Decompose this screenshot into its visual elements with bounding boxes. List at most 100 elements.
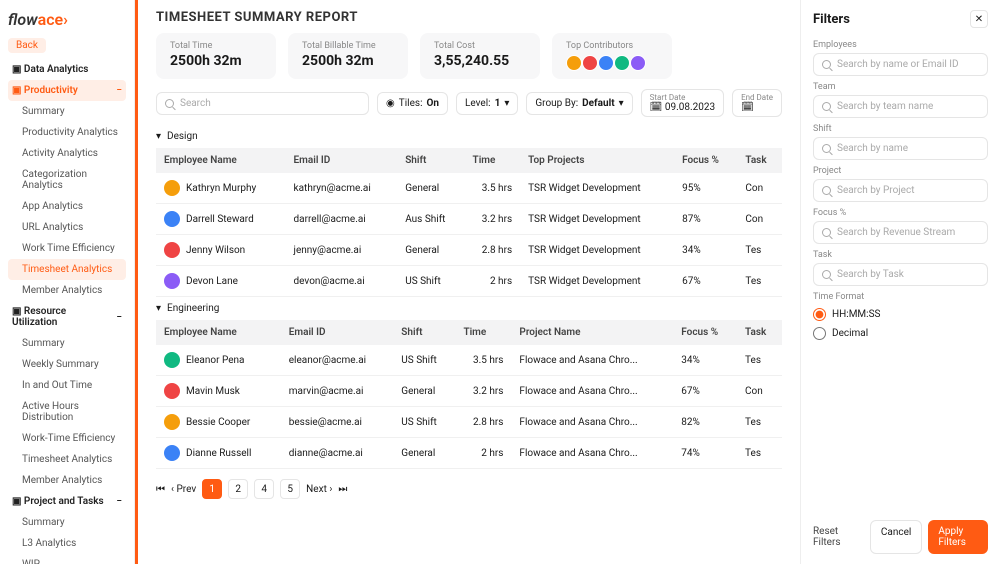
table-row[interactable]: Darrell Stewarddarrell@acme.aiAus Shift3… [156, 204, 782, 235]
time-format-option[interactable]: HH:MM:SS [813, 308, 988, 321]
sidebar-section[interactable]: ▣ Project and Tasks− [8, 491, 126, 512]
next-page[interactable]: Next › [306, 484, 332, 495]
filter-input[interactable]: Search by Task [813, 263, 988, 286]
sidebar-item[interactable]: Categorization Analytics [8, 164, 126, 196]
minus-icon: − [116, 312, 122, 323]
table-row[interactable]: Mavin Muskmarvin@acme.aiGeneral3.2 hrsFl… [156, 376, 782, 407]
filter-input[interactable]: Search by Revenue Stream [813, 221, 988, 244]
sidebar-item[interactable]: Weekly Summary [8, 354, 126, 375]
page-title: TIMESHEET SUMMARY REPORT [138, 0, 800, 33]
filter-label: Team [813, 82, 988, 92]
minus-icon: − [116, 496, 122, 507]
page-button[interactable]: 2 [228, 479, 248, 499]
first-page[interactable]: ⏮ [156, 484, 165, 495]
sidebar-item[interactable]: Timesheet Analytics [8, 449, 126, 470]
avatar [164, 180, 180, 196]
last-page[interactable]: ⏭ [338, 484, 347, 495]
avatar [566, 55, 582, 71]
column-header[interactable]: Task [737, 148, 782, 173]
avatar [164, 414, 180, 430]
main: TIMESHEET SUMMARY REPORT Total Time 2500… [135, 0, 800, 564]
search-icon [165, 99, 174, 108]
column-header[interactable]: Email ID [281, 320, 394, 345]
card-billable: Total Billable Time 2500h 32m [288, 33, 408, 79]
column-header[interactable]: Top Projects [520, 148, 674, 173]
search-icon [822, 102, 831, 111]
table-row[interactable]: Dianne Russelldianne@acme.aiGeneral2 hrs… [156, 438, 782, 469]
page-button[interactable]: 4 [254, 479, 274, 499]
time-format-label: Time Format [813, 292, 988, 302]
sidebar-item[interactable]: URL Analytics [8, 217, 126, 238]
search-input[interactable]: Search [156, 92, 369, 115]
tiles-toggle[interactable]: ◉ Tiles: On [377, 92, 448, 115]
sidebar-item[interactable]: Timesheet Analytics [8, 259, 126, 280]
column-header[interactable]: Task [737, 320, 782, 345]
sidebar-item[interactable]: Member Analytics [8, 280, 126, 301]
column-header[interactable]: Email ID [286, 148, 398, 173]
filter-input[interactable]: Search by name [813, 137, 988, 160]
level-select[interactable]: Level: 1 ▾ [456, 92, 518, 115]
logo: flowace› [8, 10, 126, 29]
column-header[interactable]: Employee Name [156, 148, 286, 173]
page-button[interactable]: 5 [280, 479, 300, 499]
back-button[interactable]: Back [8, 38, 46, 53]
filter-label: Task [813, 250, 988, 260]
sidebar-section[interactable]: ▣ Data Analytics [8, 59, 126, 80]
sidebar-item[interactable]: Member Analytics [8, 470, 126, 491]
group-header[interactable]: ▾ Design [156, 125, 782, 148]
sidebar-item[interactable]: Productivity Analytics [8, 122, 126, 143]
apply-filters-button[interactable]: Apply Filters [928, 520, 988, 554]
table-row[interactable]: Kathryn Murphykathryn@acme.aiGeneral3.5 … [156, 173, 782, 204]
reset-filters[interactable]: Reset Filters [813, 526, 862, 548]
toolbar: Search ◉ Tiles: On Level: 1 ▾ Group By: … [138, 89, 800, 125]
sidebar-item[interactable]: L3 Analytics [8, 533, 126, 554]
prev-page[interactable]: ‹ Prev [171, 484, 196, 495]
filter-input[interactable]: Search by team name [813, 95, 988, 118]
sidebar-item[interactable]: In and Out Time [8, 375, 126, 396]
group-header[interactable]: ▾ Engineering [156, 297, 782, 320]
sidebar-item[interactable]: Work Time Efficiency [8, 238, 126, 259]
pagination: ⏮ ‹ Prev 1245 Next › ⏭ [138, 469, 800, 509]
column-header[interactable]: Shift [397, 148, 464, 173]
filter-input[interactable]: Search by Project [813, 179, 988, 202]
sidebar-item[interactable]: Active Hours Distribution [8, 396, 126, 428]
table-row[interactable]: Eleanor Penaeleanor@acme.aiUS Shift3.5 h… [156, 345, 782, 376]
minus-icon: − [116, 85, 122, 96]
column-header[interactable]: Time [465, 148, 521, 173]
avatar [630, 55, 646, 71]
groupby-select[interactable]: Group By: Default ▾ [526, 92, 632, 115]
time-format-option[interactable]: Decimal [813, 327, 988, 340]
sidebar-item[interactable]: Work-Time Efficiency [8, 428, 126, 449]
page-button[interactable]: 1 [202, 479, 222, 499]
column-header[interactable]: Shift [393, 320, 455, 345]
table-row[interactable]: Bessie Cooperbessie@acme.aiUS Shift2.8 h… [156, 407, 782, 438]
column-header[interactable]: Time [455, 320, 511, 345]
sidebar-section[interactable]: ▣ Productivity− [8, 80, 126, 101]
sidebar-item[interactable]: App Analytics [8, 196, 126, 217]
column-header[interactable]: Focus % [674, 148, 737, 173]
sidebar-item[interactable]: WIP [8, 554, 126, 564]
avatar [164, 242, 180, 258]
summary-cards: Total Time 2500h 32m Total Billable Time… [138, 33, 800, 89]
end-date[interactable]: End Date 🗓 [732, 89, 782, 117]
sidebar-item[interactable]: Activity Analytics [8, 143, 126, 164]
close-button[interactable]: ✕ [970, 10, 988, 28]
sidebar-section[interactable]: ▣ Resource Utilization− [8, 301, 126, 333]
table-row[interactable]: Jenny Wilsonjenny@acme.aiGeneral2.8 hrsT… [156, 235, 782, 266]
column-header[interactable]: Employee Name [156, 320, 281, 345]
sidebar-item[interactable]: Summary [8, 101, 126, 122]
avatar [164, 273, 180, 289]
column-header[interactable]: Focus % [673, 320, 737, 345]
search-icon [822, 60, 831, 69]
table-row[interactable]: Devon Lanedevon@acme.aiUS Shift2 hrsTSR … [156, 266, 782, 297]
calendar-icon: 🗓 [741, 102, 754, 113]
avatar [614, 55, 630, 71]
start-date[interactable]: Start Date 🗓 09.08.2023 [641, 89, 724, 117]
column-header[interactable]: Project Name [511, 320, 673, 345]
cancel-button[interactable]: Cancel [870, 520, 922, 554]
filter-input[interactable]: Search by name or Email ID [813, 53, 988, 76]
card-cost: Total Cost 3,55,240.55 [420, 33, 540, 79]
calendar-icon: 🗓 [650, 102, 663, 113]
sidebar-item[interactable]: Summary [8, 333, 126, 354]
sidebar-item[interactable]: Summary [8, 512, 126, 533]
